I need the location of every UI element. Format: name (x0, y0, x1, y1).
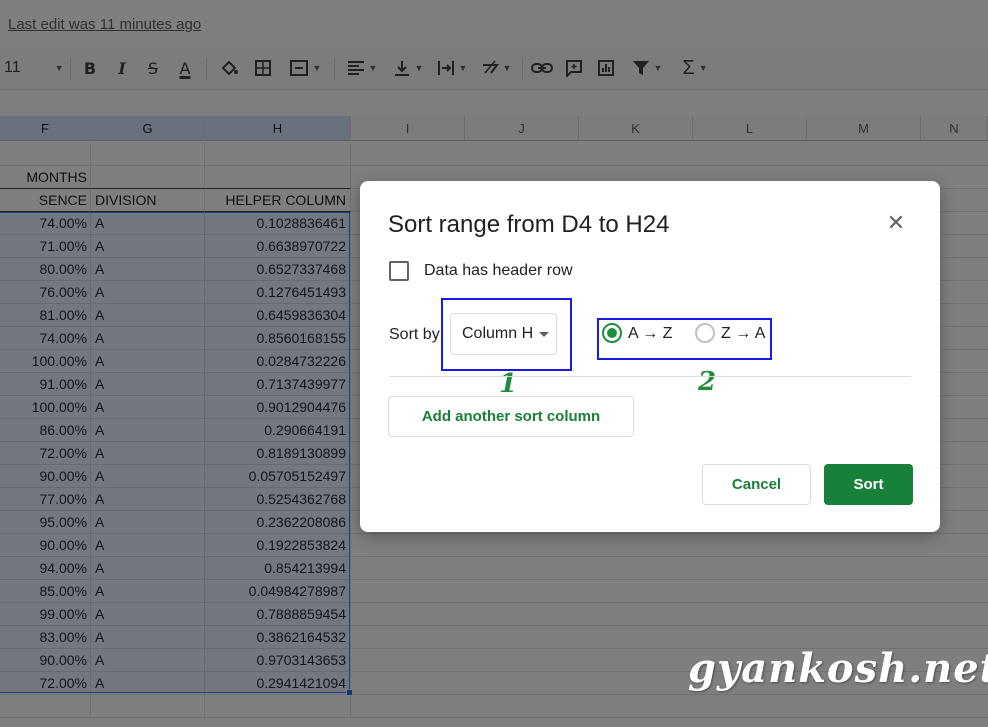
add-sort-column-button[interactable]: Add another sort column (388, 396, 634, 437)
sort-button[interactable]: Sort (824, 464, 913, 505)
sort-by-label: Sort by (389, 326, 440, 343)
close-icon[interactable]: ✕ (884, 211, 908, 235)
header-row-checkbox-label[interactable]: Data has header row (424, 262, 573, 280)
dialog-title: Sort range from D4 to H24 (388, 211, 670, 238)
annotation-box-2 (597, 318, 772, 360)
cancel-button[interactable]: Cancel (702, 464, 811, 505)
annotation-number-1: 1 (499, 369, 518, 399)
dialog-divider (389, 376, 911, 377)
annotation-number-2: 2 (698, 367, 717, 397)
annotation-box-1 (441, 298, 572, 371)
sort-range-dialog: Sort range from D4 to H24 ✕ Data has hea… (360, 181, 940, 532)
header-row-checkbox[interactable] (389, 261, 409, 281)
watermark: gyankosh.net (688, 645, 988, 692)
